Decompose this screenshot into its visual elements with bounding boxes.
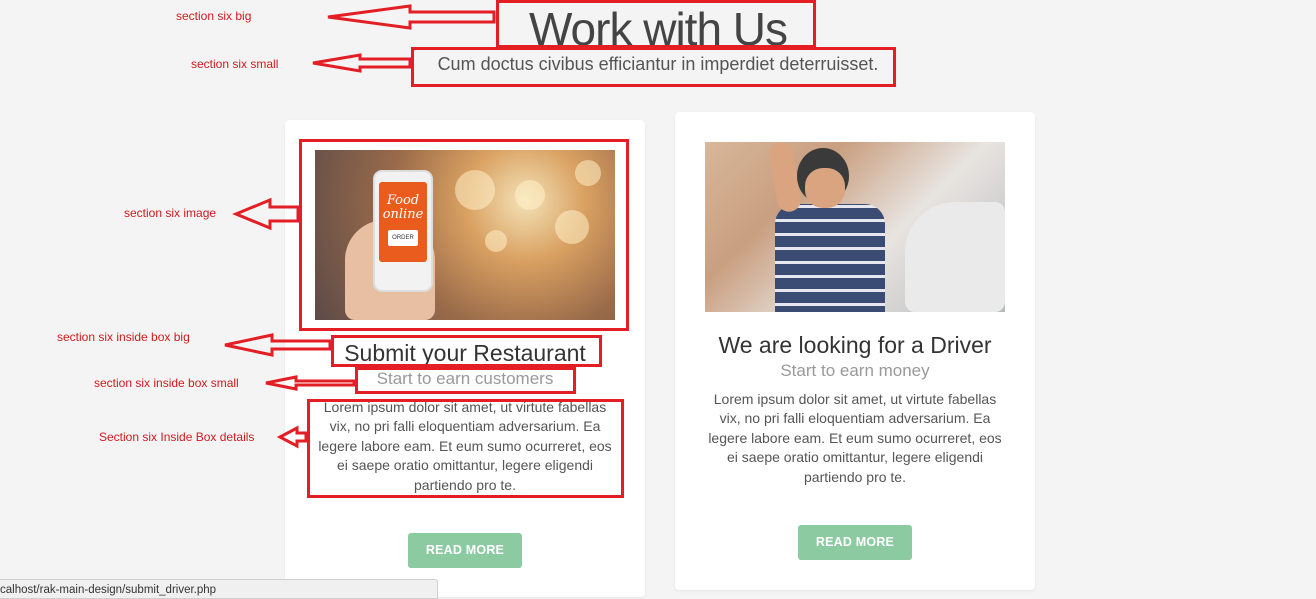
status-url: calhost/rak-main-design/submit_driver.ph… [0,584,217,596]
annotation-label-inside-big: section six inside box big [57,330,190,344]
arrow-small [312,53,412,73]
arrow-inside-big [224,333,332,357]
annotation-label-image: section six image [124,206,217,220]
arrow-inside-small [265,375,356,391]
browser-status-bar: calhost/rak-main-design/submit_driver.ph… [0,579,438,599]
annotation-arrows [224,4,496,449]
annotation-label-inside-small: section six inside box small [94,376,239,390]
arrow-image [232,197,300,231]
arrow-big [327,4,496,30]
annotation-label-big: section six big [176,9,252,23]
annotation-label-small: section six small [191,57,279,71]
arrow-inside-details [276,425,308,449]
annotation-label-inside-details: Section six Inside Box details [99,430,255,444]
